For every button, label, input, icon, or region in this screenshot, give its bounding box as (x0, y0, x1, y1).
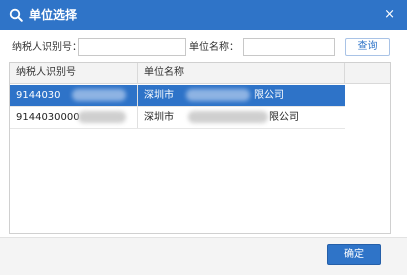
unit-name-cell: 深圳市 限公司 (138, 85, 345, 106)
tax-id-label: 纳税人识别号： (12, 42, 82, 53)
column-header-unit-name[interactable]: 单位名称 (138, 63, 345, 83)
unit-name-cell: 深圳市 限公司 (138, 107, 345, 128)
search-icon (9, 8, 23, 22)
dialog-title: 单位选择 (29, 8, 78, 22)
dialog-titlebar: 单位选择 × (0, 0, 407, 30)
tax-id-text: 9144030 (16, 90, 61, 101)
tax-id-cell: 9144030 (10, 85, 138, 106)
table-header: 纳税人识别号 单位名称 (10, 63, 390, 84)
unit-name-prefix: 深圳市 (144, 112, 174, 123)
unit-name-suffix: 限公司 (254, 90, 284, 101)
tax-id-text: 9144030000 (16, 112, 80, 123)
column-header-spacer (345, 63, 390, 83)
redaction-blur (78, 111, 126, 123)
tax-id-input[interactable] (78, 38, 186, 56)
query-button[interactable]: 查询 (345, 38, 390, 56)
redaction-blur (188, 111, 268, 123)
unit-table: 纳税人识别号 单位名称 9144030 深圳市 限公司 9144030000 深… (9, 62, 391, 234)
unit-name-label: 单位名称： (189, 42, 239, 53)
close-icon[interactable]: × (384, 8, 395, 22)
confirm-button[interactable]: 确定 (327, 244, 381, 265)
unit-name-input[interactable] (243, 38, 335, 56)
redaction-blur (186, 89, 250, 101)
unit-name-suffix: 限公司 (269, 112, 299, 123)
unit-name-prefix: 深圳市 (144, 90, 174, 101)
table-row[interactable]: 9144030000 深圳市 限公司 (10, 107, 345, 129)
table-row[interactable]: 9144030 深圳市 限公司 (10, 85, 345, 107)
column-header-tax-id[interactable]: 纳税人识别号 (10, 63, 138, 83)
tax-id-cell: 9144030000 (10, 107, 138, 128)
redaction-blur (72, 89, 126, 101)
